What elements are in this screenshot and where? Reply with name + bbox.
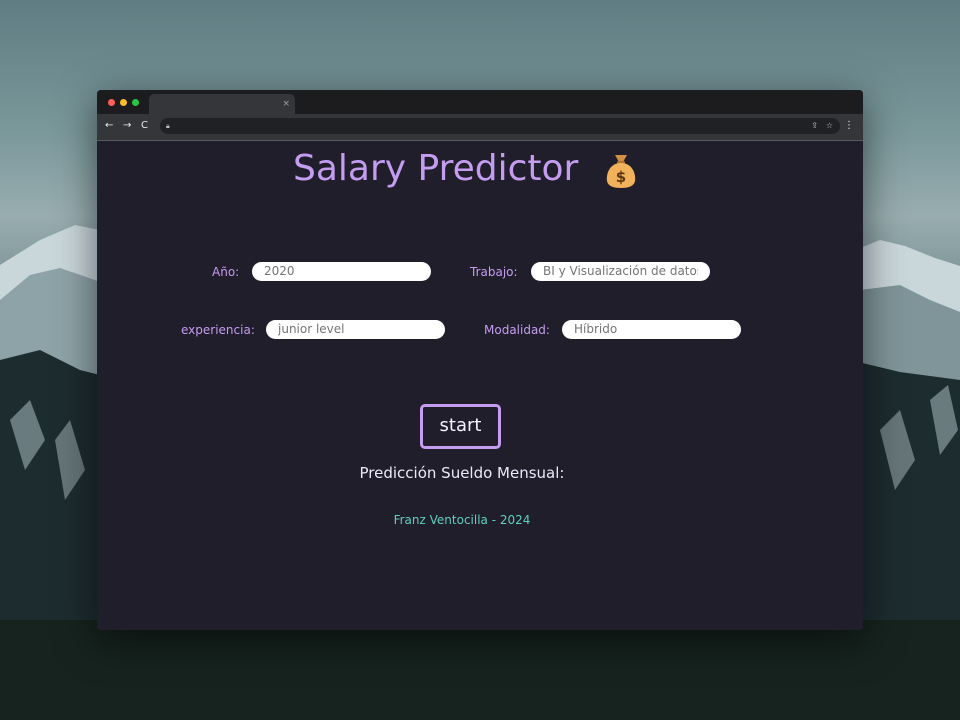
experience-input[interactable] bbox=[266, 320, 445, 339]
job-input[interactable] bbox=[531, 262, 710, 281]
browser-window: × ← → C 🔒︎ ⇪ ☆ ⋮ Salary Predictor $ Año: bbox=[97, 90, 863, 630]
browser-titlebar: × bbox=[97, 90, 863, 114]
tab-close-icon[interactable]: × bbox=[282, 97, 290, 111]
job-label: Trabajo: bbox=[470, 265, 518, 279]
money-bag-icon: $ bbox=[606, 155, 636, 188]
desktop: × ← → C 🔒︎ ⇪ ☆ ⋮ Salary Predictor $ Año: bbox=[0, 0, 960, 720]
modality-input[interactable] bbox=[562, 320, 741, 339]
forward-arrow-icon[interactable]: → bbox=[123, 120, 131, 132]
experience-label: experiencia: bbox=[181, 323, 255, 337]
browser-toolbar: ← → C 🔒︎ ⇪ ☆ ⋮ bbox=[97, 114, 863, 141]
start-button[interactable]: start bbox=[420, 404, 501, 449]
browser-tab[interactable]: × bbox=[149, 94, 295, 114]
share-icon[interactable]: ⇪ bbox=[811, 120, 818, 132]
page-title: Salary Predictor bbox=[293, 148, 579, 189]
reload-icon[interactable]: C bbox=[141, 120, 148, 132]
bookmark-star-icon[interactable]: ☆ bbox=[826, 120, 833, 132]
address-bar[interactable]: 🔒︎ ⇪ ☆ bbox=[160, 118, 840, 134]
back-arrow-icon[interactable]: ← bbox=[105, 120, 113, 132]
maximize-window-button[interactable] bbox=[132, 99, 139, 106]
year-label: Año: bbox=[212, 265, 240, 279]
svg-text:$: $ bbox=[616, 168, 626, 186]
browser-menu-icon[interactable]: ⋮ bbox=[844, 120, 854, 132]
close-window-button[interactable] bbox=[108, 99, 115, 106]
modality-label: Modalidad: bbox=[484, 323, 550, 337]
lock-icon: 🔒︎ bbox=[166, 122, 170, 130]
app-page: Salary Predictor $ Año: Trabajo: experie… bbox=[97, 141, 863, 630]
year-input[interactable] bbox=[252, 262, 431, 281]
prediction-label: Predicción Sueldo Mensual: bbox=[359, 464, 565, 482]
minimize-window-button[interactable] bbox=[120, 99, 127, 106]
footer-credit: Franz Ventocilla - 2024 bbox=[393, 513, 531, 527]
